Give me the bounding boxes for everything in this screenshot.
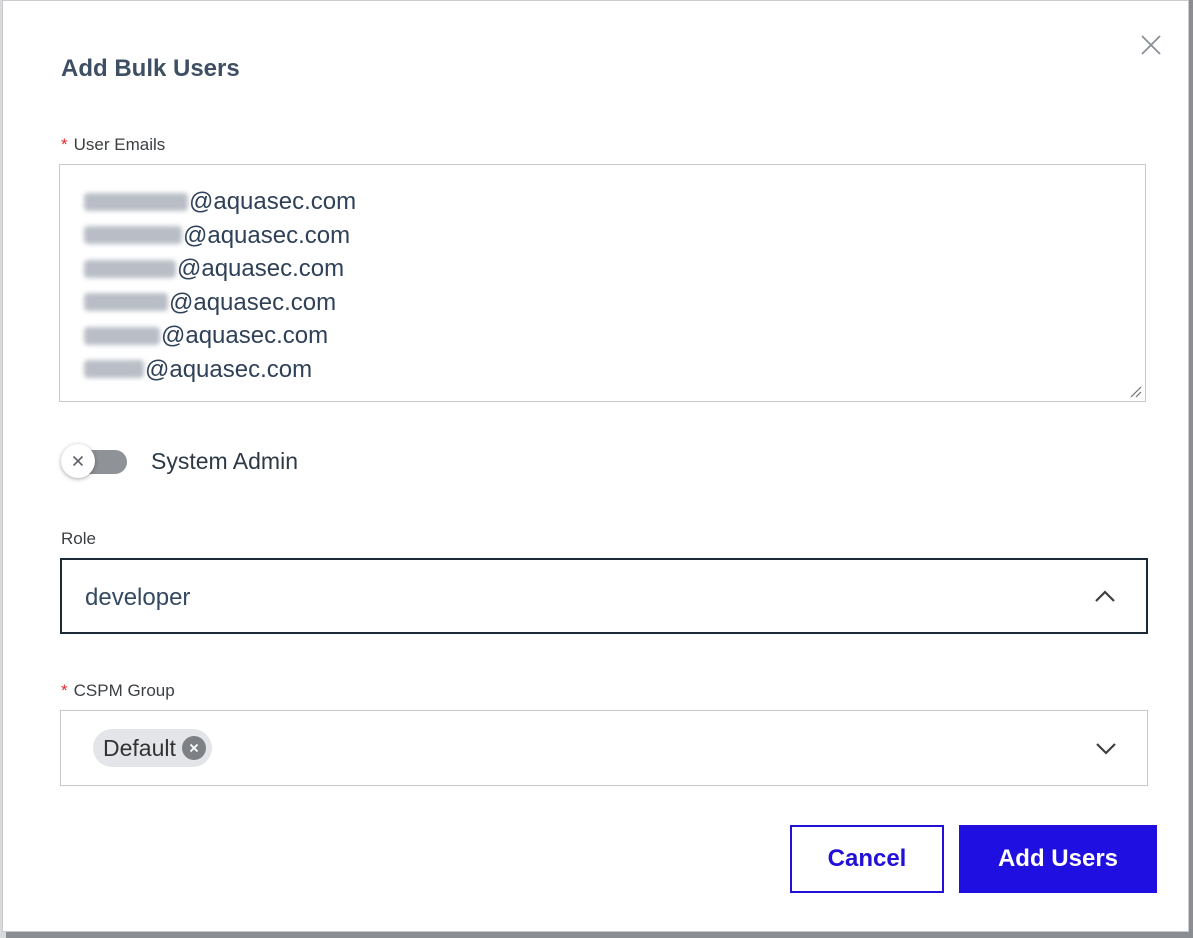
email-line: @aquasec.com (84, 286, 1121, 320)
cancel-button[interactable]: Cancel (790, 825, 944, 893)
redacted-username (84, 360, 144, 379)
remove-icon (189, 743, 199, 753)
chevron-up-icon (1095, 590, 1115, 602)
role-select[interactable]: developer (60, 558, 1148, 634)
toggle-knob (61, 444, 95, 478)
dialog-title: Add Bulk Users (61, 55, 240, 82)
x-icon (72, 455, 84, 467)
required-marker: * (61, 135, 68, 154)
role-label: Role (61, 529, 96, 548)
redacted-username (84, 293, 168, 312)
redacted-username (84, 326, 160, 345)
user-emails-label: * User Emails (61, 135, 166, 154)
cspm-group-label: * CSPM Group (61, 681, 175, 700)
required-marker: * (61, 681, 68, 700)
chevron-down-icon (1096, 743, 1116, 755)
tag-remove-button[interactable] (181, 736, 206, 760)
selected-tag: Default (93, 729, 212, 767)
role-value: developer (85, 584, 191, 611)
email-line: @aquasec.com (84, 353, 1121, 387)
redacted-username (84, 259, 176, 278)
email-line: @aquasec.com (84, 185, 1121, 219)
redacted-username (84, 192, 188, 211)
user-emails-textarea[interactable]: @aquasec.com @aquasec.com @aquasec.com @… (59, 164, 1146, 402)
redacted-username (84, 226, 182, 245)
resize-handle-icon[interactable] (1128, 384, 1142, 398)
system-admin-label: System Admin (151, 448, 298, 474)
close-button[interactable] (1139, 33, 1163, 57)
email-line: @aquasec.com (84, 252, 1121, 286)
cspm-group-select[interactable]: Default (60, 710, 1148, 786)
add-bulk-users-dialog: Add Bulk Users * User Emails @aquasec.com… (2, 0, 1189, 932)
email-line: @aquasec.com (84, 219, 1121, 253)
add-users-button[interactable]: Add Users (959, 825, 1157, 893)
close-icon (1141, 35, 1161, 55)
system-admin-toggle[interactable] (61, 444, 127, 478)
tag-label: Default (103, 734, 176, 761)
email-line: @aquasec.com (84, 319, 1121, 353)
